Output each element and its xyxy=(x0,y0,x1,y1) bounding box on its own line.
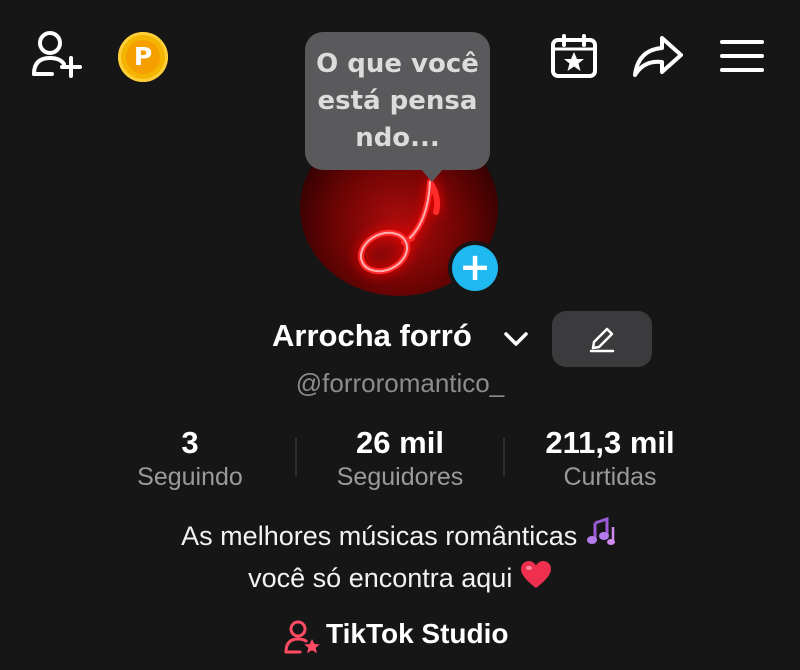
calendar-star-icon[interactable] xyxy=(550,34,598,78)
pencil-icon xyxy=(589,327,615,353)
music-notes-icon xyxy=(585,517,619,558)
tooltip-text: O que você está pensa ndo... xyxy=(316,49,479,153)
following-label[interactable]: Seguindo xyxy=(110,463,270,492)
heart-icon xyxy=(520,560,552,600)
stats-divider xyxy=(295,438,297,476)
bio: As melhores músicas românticas você só e… xyxy=(0,516,800,600)
add-friend-icon[interactable] xyxy=(30,30,86,80)
bio-line-2: você só encontra aqui xyxy=(248,563,513,594)
following-count[interactable]: 3 xyxy=(140,425,240,461)
status-tooltip[interactable]: O que você está pensa ndo... xyxy=(305,32,490,170)
followers-label[interactable]: Seguidores xyxy=(300,463,500,492)
person-star-icon xyxy=(284,620,320,654)
add-photo-button[interactable]: + xyxy=(448,241,502,295)
tooltip-tail xyxy=(420,168,444,182)
coin-letter: P xyxy=(126,40,160,74)
likes-label[interactable]: Curtidas xyxy=(520,463,700,492)
likes-count[interactable]: 211,3 mil xyxy=(510,425,710,461)
tiktok-studio-label: TikTok Studio xyxy=(326,618,509,649)
share-icon[interactable] xyxy=(632,34,684,78)
plus-icon: + xyxy=(452,245,498,291)
display-name[interactable]: Arrocha forró xyxy=(272,318,472,354)
followers-count[interactable]: 26 mil xyxy=(310,425,490,461)
bio-line-1: As melhores músicas românticas xyxy=(181,521,578,551)
coin-icon[interactable]: P xyxy=(118,32,168,82)
chevron-down-icon[interactable] xyxy=(502,325,530,353)
username: @forroromantico_ xyxy=(295,368,505,398)
stats-divider xyxy=(503,438,505,476)
edit-profile-button[interactable] xyxy=(552,311,652,367)
hamburger-menu-icon[interactable] xyxy=(720,36,764,76)
